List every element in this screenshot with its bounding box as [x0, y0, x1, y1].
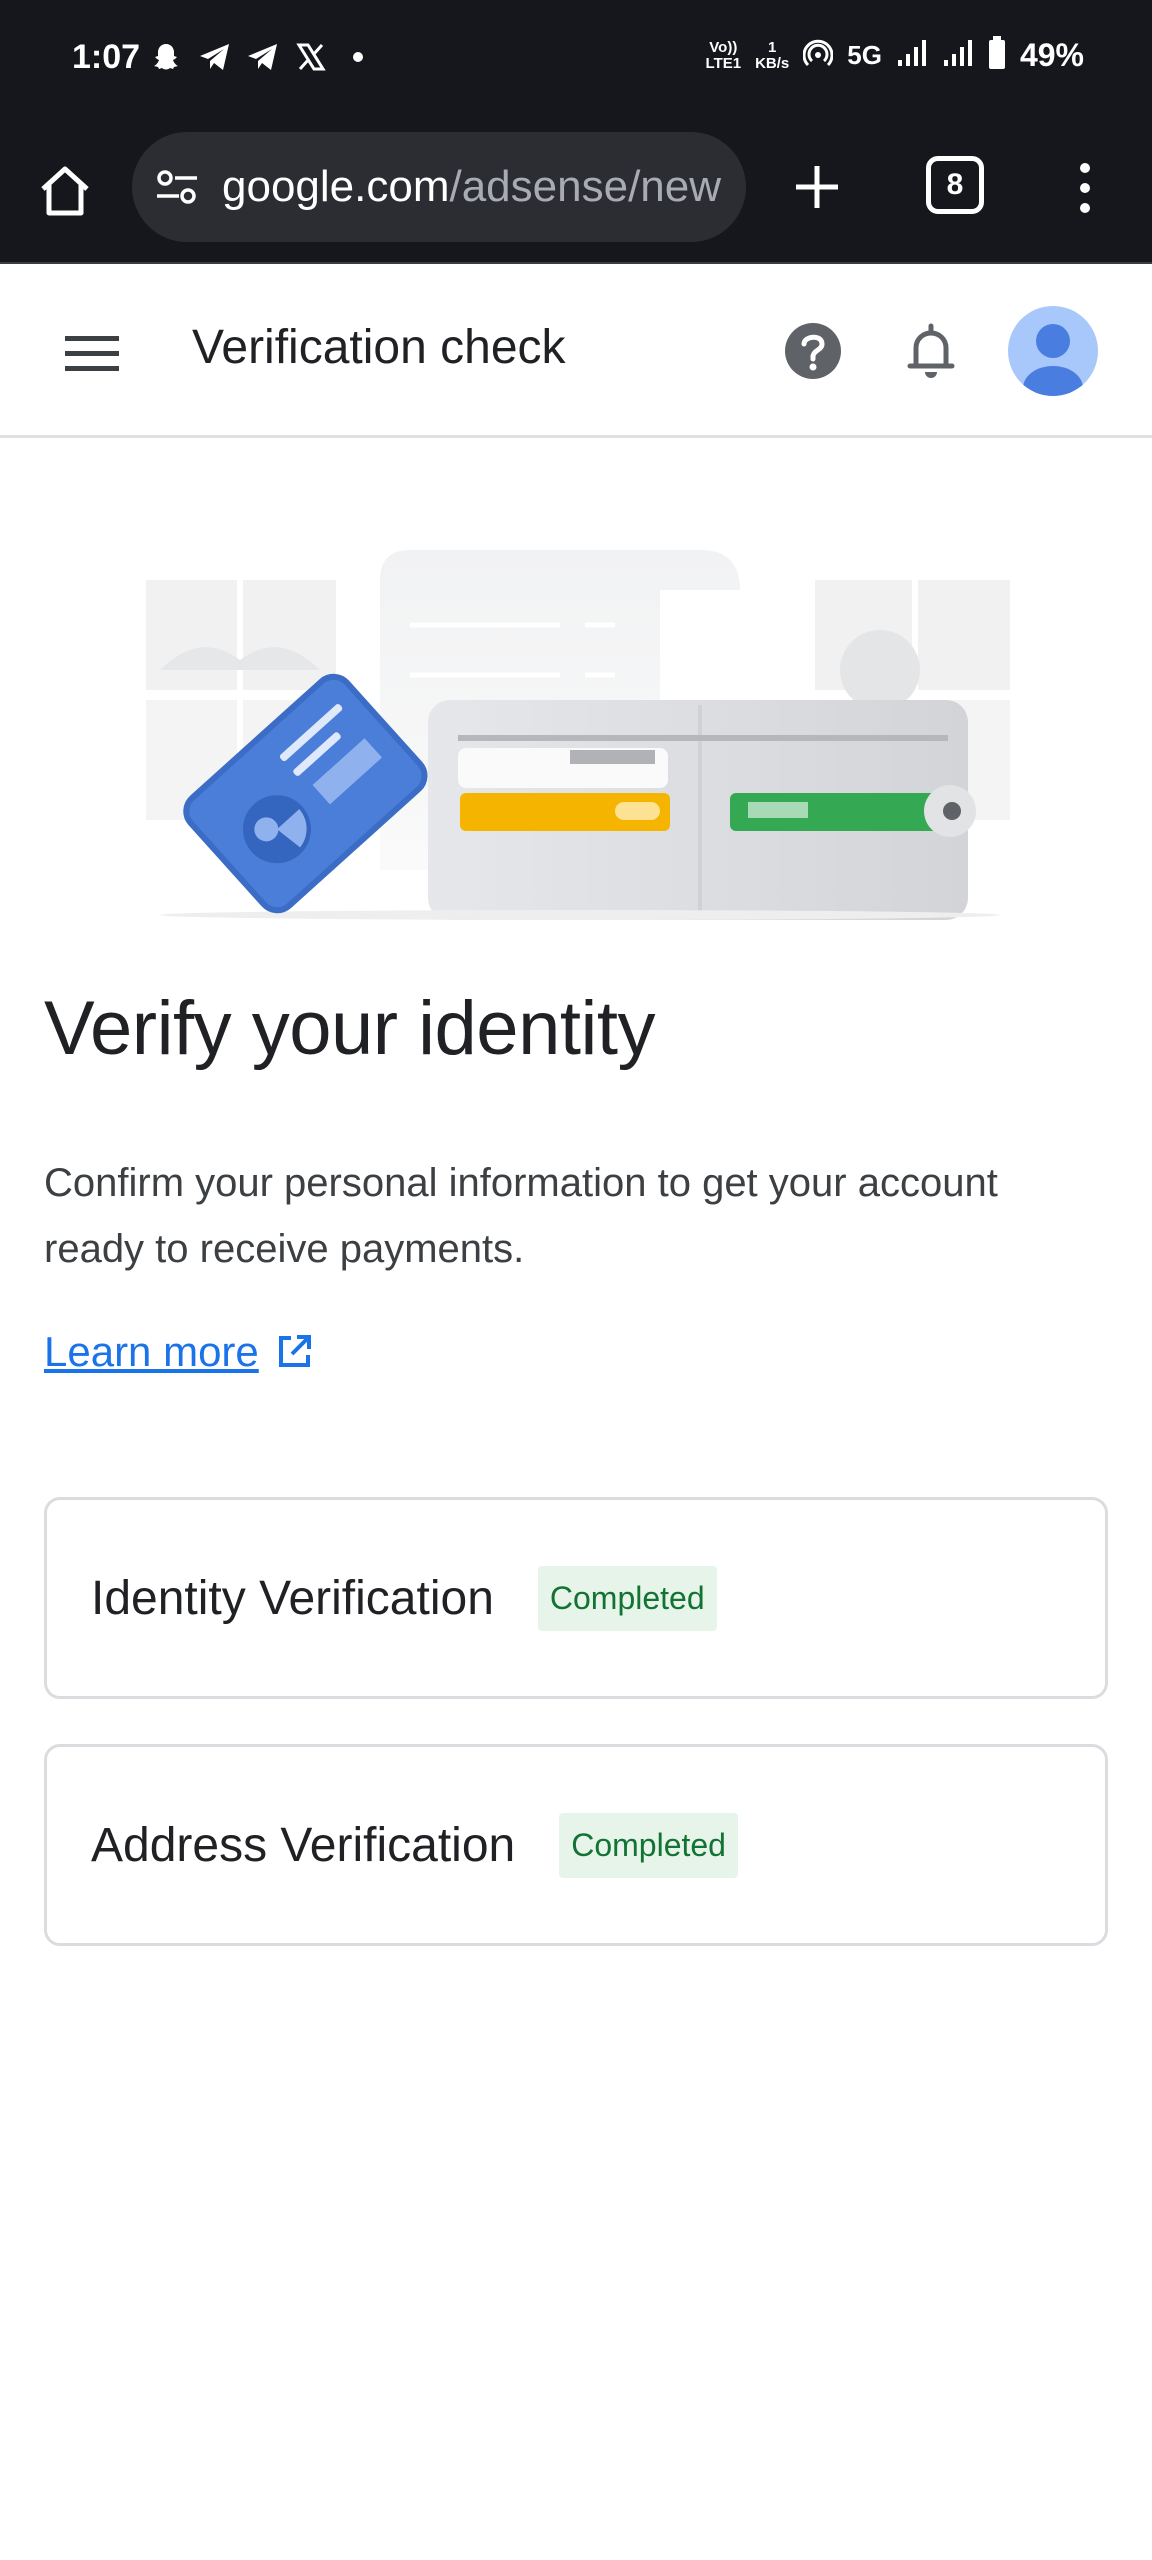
new-tab-button[interactable]	[780, 150, 854, 224]
snapchat-icon	[150, 40, 182, 74]
page-heading: Verify your identity	[44, 986, 655, 1071]
status-badge: Completed	[559, 1812, 738, 1878]
verification-illustration	[140, 540, 1020, 920]
more-vert-icon	[1080, 163, 1090, 213]
battery-icon	[988, 36, 1006, 75]
status-time: 1:07	[72, 38, 141, 76]
identity-verification-card[interactable]: Identity Verification Completed	[44, 1497, 1108, 1699]
url-text: google.com/adsense/new	[222, 162, 721, 212]
home-icon	[41, 166, 89, 216]
site-settings-icon[interactable]	[154, 164, 200, 210]
signal-icon	[896, 38, 928, 73]
learn-more-label: Learn more	[44, 1328, 259, 1375]
card-title: Identity Verification	[91, 1571, 494, 1625]
url-path: /adsense/new	[449, 162, 722, 211]
telegram-icon	[198, 40, 232, 74]
status-bar: 1:07 Vo)) LTE1 1 KB/s 5G 49%	[0, 0, 1152, 126]
bell-icon	[907, 323, 955, 378]
telegram-icon-2	[246, 40, 280, 74]
battery-percentage: 49%	[1019, 37, 1084, 73]
help-button[interactable]	[778, 316, 848, 386]
dot-icon	[352, 40, 364, 74]
browser-toolbar: google.com/adsense/new 8	[0, 126, 1152, 264]
home-button[interactable]	[30, 156, 100, 226]
person-icon	[1023, 324, 1083, 396]
plus-icon	[796, 166, 838, 208]
address-verification-card[interactable]: Address Verification Completed	[44, 1744, 1108, 1946]
hamburger-icon	[65, 336, 119, 371]
tab-switcher-button[interactable]: 8	[926, 156, 984, 214]
volte-indicator: Vo)) LTE1	[705, 38, 742, 72]
hotspot-icon	[802, 38, 834, 73]
notifications-button[interactable]	[896, 316, 966, 386]
account-avatar[interactable]	[1008, 306, 1098, 396]
help-icon	[785, 323, 841, 379]
main-menu-button[interactable]	[62, 324, 122, 384]
address-bar[interactable]: google.com/adsense/new	[132, 132, 746, 242]
app-header: Verification check	[0, 266, 1152, 438]
browser-menu-button[interactable]	[1060, 148, 1110, 228]
signal-icon-2	[942, 38, 974, 73]
network-type: 5G	[847, 40, 882, 70]
status-badge: Completed	[537, 1565, 717, 1631]
page-description: Confirm your personal information to get…	[44, 1161, 998, 1271]
page-title: Verification check	[192, 321, 566, 374]
network-speed: 1 KB/s	[755, 38, 790, 72]
open-in-new-icon	[278, 1335, 311, 1367]
x-icon	[296, 40, 326, 74]
learn-more-link[interactable]: Learn more	[44, 1328, 313, 1376]
url-host: google.com	[222, 162, 450, 211]
card-title: Address Verification	[91, 1818, 516, 1872]
